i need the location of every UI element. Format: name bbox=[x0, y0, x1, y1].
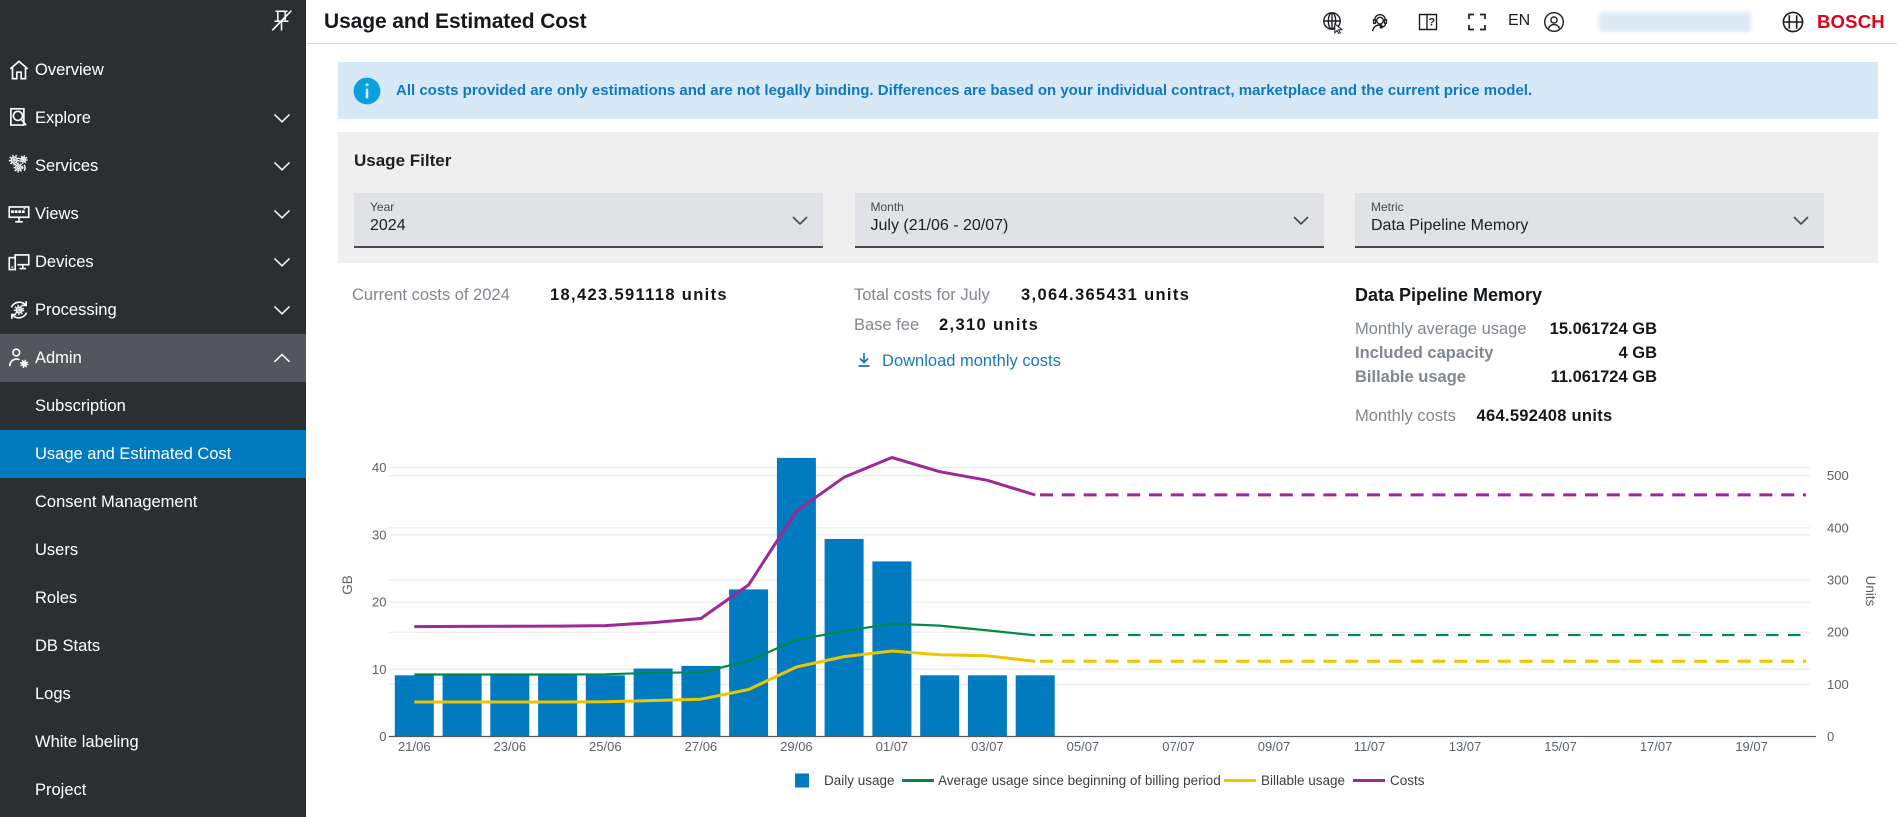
svg-text:400: 400 bbox=[1827, 520, 1849, 535]
svg-text:27/06: 27/06 bbox=[685, 739, 718, 754]
svg-text:Units: Units bbox=[1863, 576, 1878, 607]
svg-text:03/07: 03/07 bbox=[971, 739, 1004, 754]
svg-text:500: 500 bbox=[1827, 468, 1849, 483]
svg-text:25/06: 25/06 bbox=[589, 739, 622, 754]
svg-text:300: 300 bbox=[1827, 573, 1849, 588]
svg-text:Average usage since beginning: Average usage since beginning of billing… bbox=[938, 773, 1221, 788]
svg-text:11/07: 11/07 bbox=[1354, 739, 1386, 754]
svg-text:23/06: 23/06 bbox=[494, 739, 527, 754]
svg-text:Costs: Costs bbox=[1390, 773, 1425, 788]
svg-text:09/07: 09/07 bbox=[1258, 739, 1291, 754]
svg-text:29/06: 29/06 bbox=[780, 739, 813, 754]
svg-text:21/06: 21/06 bbox=[398, 739, 431, 754]
svg-text:05/07: 05/07 bbox=[1067, 739, 1100, 754]
svg-text:19/07: 19/07 bbox=[1735, 739, 1768, 754]
svg-text:20: 20 bbox=[372, 595, 386, 610]
svg-text:17/07: 17/07 bbox=[1640, 739, 1673, 754]
svg-text:0: 0 bbox=[379, 729, 386, 744]
svg-text:15/07: 15/07 bbox=[1544, 739, 1577, 754]
svg-text:200: 200 bbox=[1827, 625, 1849, 640]
svg-text:07/07: 07/07 bbox=[1162, 739, 1195, 754]
svg-text:13/07: 13/07 bbox=[1449, 739, 1482, 754]
svg-text:40: 40 bbox=[372, 460, 386, 475]
svg-text:Daily usage: Daily usage bbox=[824, 773, 895, 788]
svg-text:0: 0 bbox=[1827, 729, 1834, 744]
svg-text:01/07: 01/07 bbox=[876, 739, 909, 754]
svg-text:30: 30 bbox=[372, 527, 386, 542]
svg-text:10: 10 bbox=[372, 662, 386, 677]
svg-text:Billable usage: Billable usage bbox=[1261, 773, 1345, 788]
svg-text:GB: GB bbox=[340, 575, 355, 595]
svg-text:100: 100 bbox=[1827, 677, 1849, 692]
